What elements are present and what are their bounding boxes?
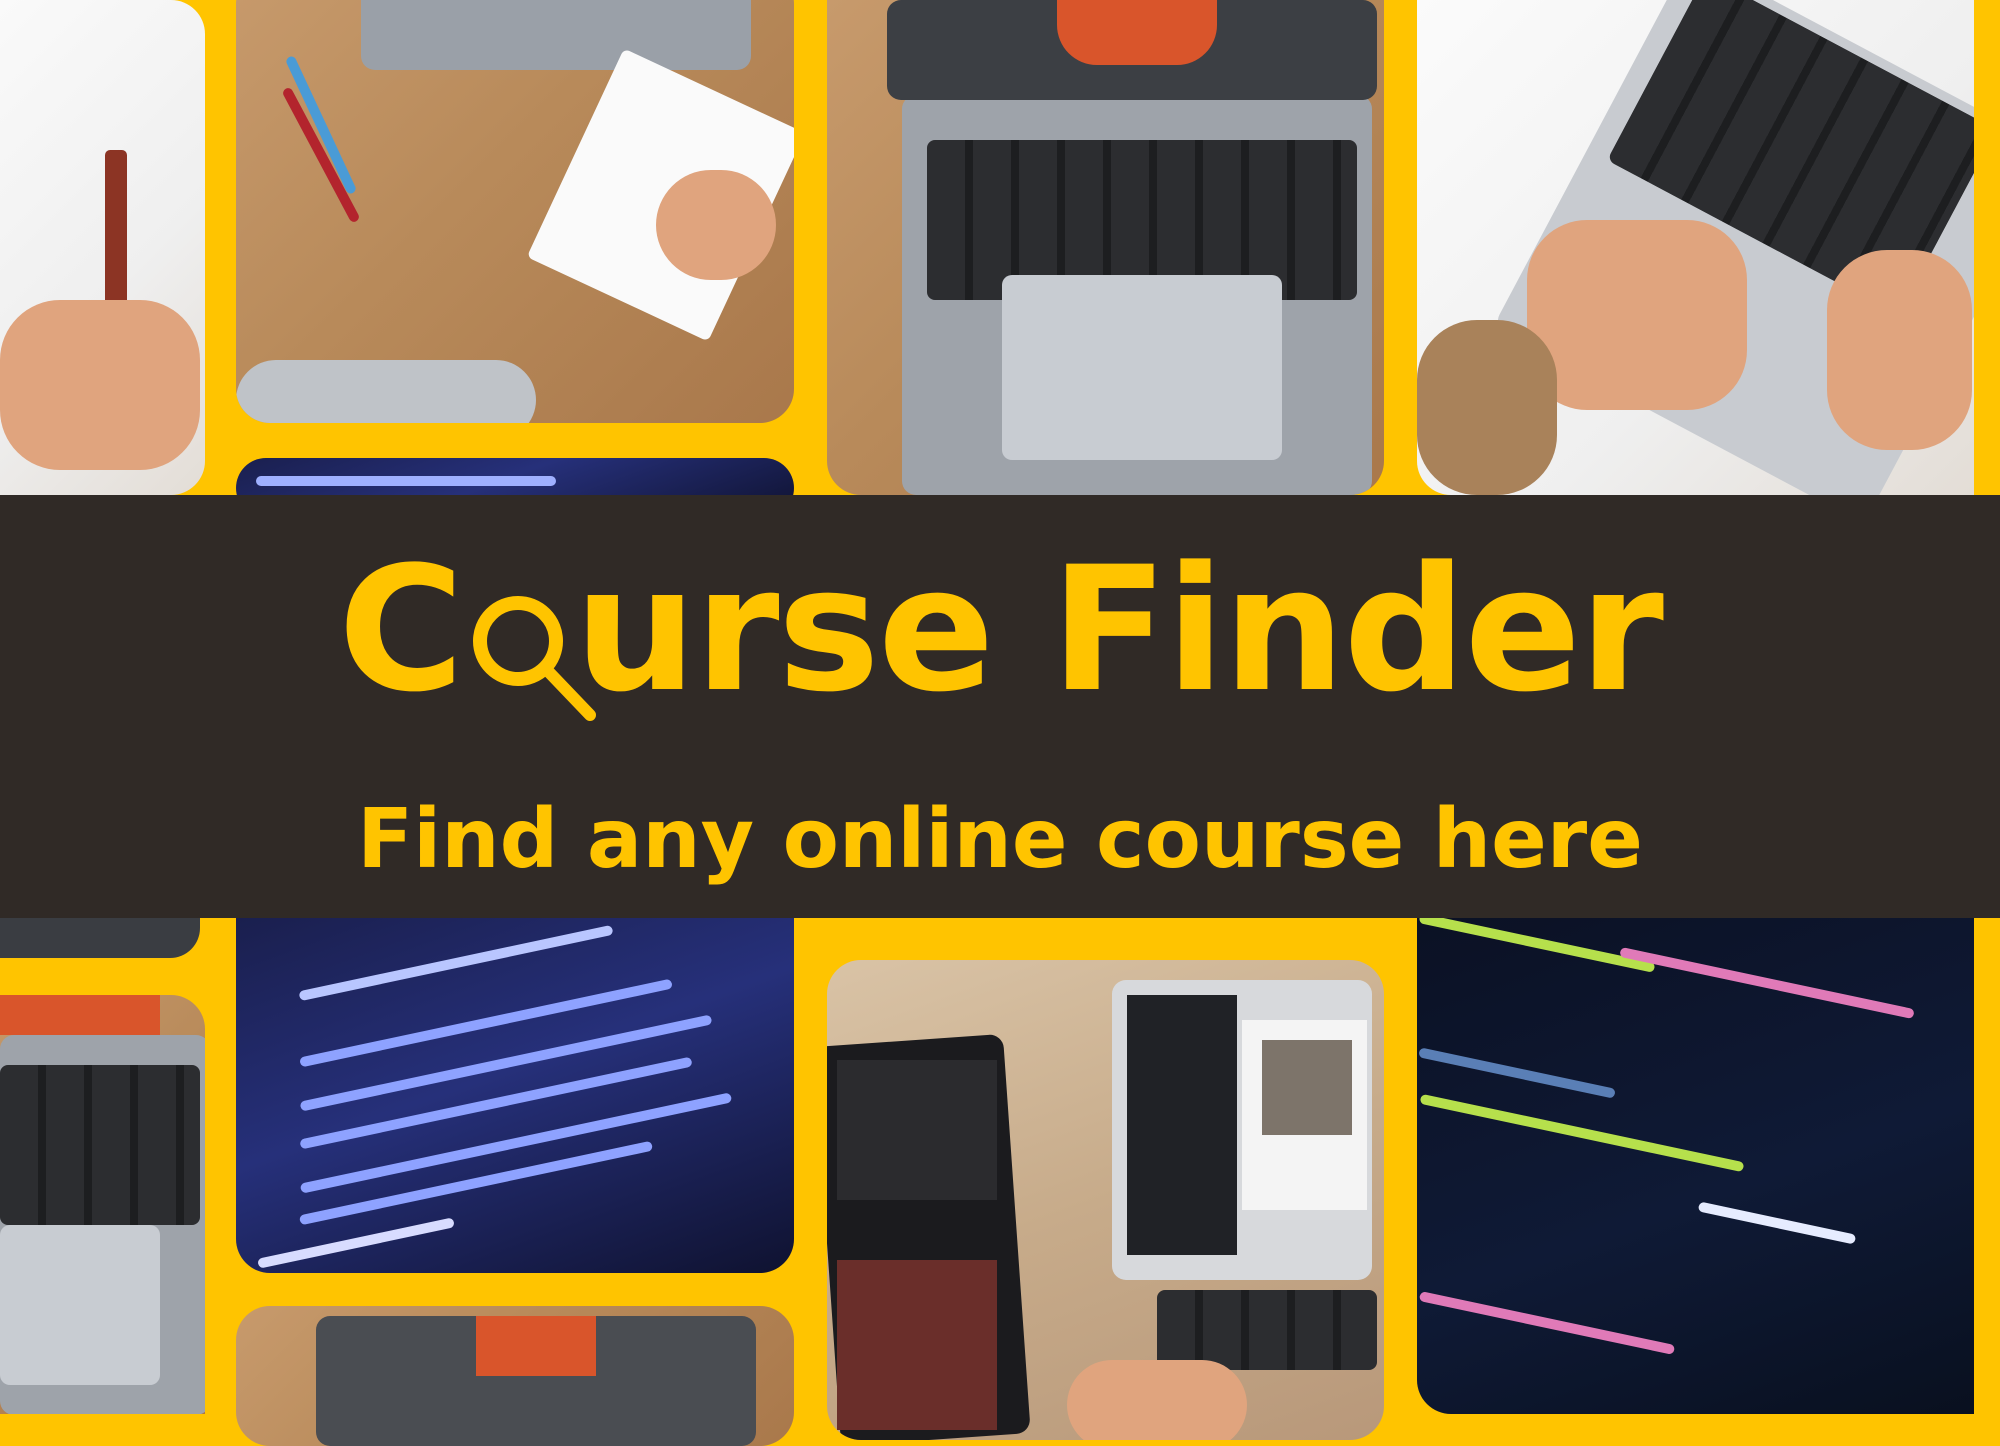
photo-laptop-bottom-left [0, 995, 205, 1414]
photo-laptop-bottom [236, 1306, 794, 1446]
photo-laptop-keyboard [827, 0, 1384, 495]
photo-keyboard-corner [0, 918, 200, 958]
magnifying-glass-icon [468, 595, 597, 721]
page-title: C urse Finder [0, 535, 2000, 724]
photo-two-laptops [827, 960, 1384, 1440]
banner: C urse Finder Find any online course her… [0, 495, 2000, 918]
photo-notebook-writing [236, 0, 794, 423]
page-subtitle: Find any online course here [357, 792, 1643, 887]
photo-cpp-code [1417, 918, 1974, 1414]
title-prefix: C [338, 529, 464, 730]
photo-code-editor [236, 918, 794, 1273]
photo-laptop-trackpad [1417, 0, 1974, 495]
photo-hand-writing [0, 0, 205, 495]
title-rest: urse Finder [574, 529, 1664, 730]
